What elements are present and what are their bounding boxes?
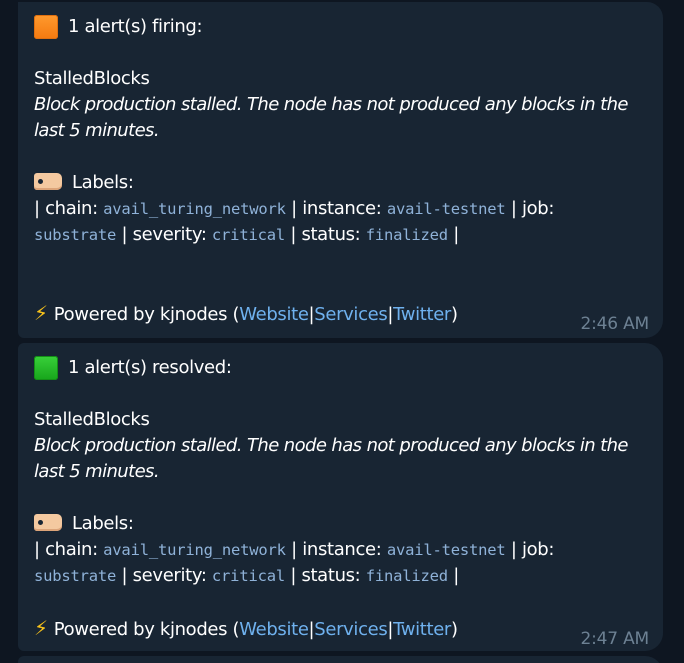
job-value[interactable]: substrate (34, 567, 116, 585)
status-label: | status: (284, 565, 366, 586)
website-link[interactable]: Website (239, 304, 309, 325)
instance-value[interactable]: avail-testnet (387, 200, 506, 218)
status-value[interactable]: finalized (366, 226, 448, 244)
lightning-icon: ⚡ (34, 301, 48, 325)
chain-label: | chain: (34, 198, 104, 219)
alert-name: StalledBlocks (34, 409, 150, 430)
severity-label: | severity: (116, 224, 212, 245)
powered-by-text: Powered by kjnodes ( (53, 304, 240, 325)
job-label: | job: (505, 198, 555, 219)
severity-value[interactable]: critical (212, 226, 285, 244)
chain-label: | chain: (34, 539, 104, 560)
twitter-link[interactable]: Twitter (393, 619, 451, 640)
alert-description-line2: last 5 minutes. (34, 461, 160, 482)
message-bubble-resolved: 1 alert(s) resolved: StalledBlocks Block… (18, 343, 663, 651)
message-footer: ⚡ Powered by kjnodes (Website|Services|Tw… (34, 615, 649, 649)
status-value[interactable]: finalized (366, 567, 448, 585)
labels-line1: | chain: avail_turing_network | instance… (34, 537, 647, 563)
instance-label: | instance: (285, 198, 387, 219)
message-bubble-next (18, 656, 663, 663)
end-separator: | (447, 224, 460, 245)
label-tag-icon (34, 173, 62, 190)
alert-description-line1: Block production stalled. The node has n… (34, 94, 629, 115)
alert-header: 1 alert(s) firing: (34, 14, 647, 40)
chat-view: 1 alert(s) firing: StalledBlocks Block p… (0, 0, 684, 663)
green-square-icon (34, 356, 58, 380)
labels-title: Labels: (34, 170, 647, 196)
label-tag-icon (34, 514, 62, 531)
close-paren: ) (450, 619, 458, 640)
message-footer: ⚡ Powered by kjnodes (Website|Services|Tw… (34, 300, 649, 334)
website-link[interactable]: Website (239, 619, 309, 640)
chain-value[interactable]: avail_turing_network (103, 200, 286, 218)
powered-by: ⚡ Powered by kjnodes (Website|Services|Tw… (34, 615, 458, 643)
lightning-icon: ⚡ (34, 616, 48, 640)
orange-square-icon (34, 15, 58, 39)
alert-name: StalledBlocks (34, 68, 150, 89)
alert-description-line1: Block production stalled. The node has n… (34, 435, 629, 456)
job-value[interactable]: substrate (34, 226, 116, 244)
labels-line2: substrate | severity: critical | status:… (34, 222, 647, 248)
chain-value[interactable]: avail_turing_network (103, 541, 286, 559)
labels-title: Labels: (34, 511, 647, 537)
alert-header-text: 1 alert(s) resolved: (68, 357, 232, 378)
services-link[interactable]: Services (314, 304, 387, 325)
end-separator: | (447, 565, 460, 586)
powered-by-text: Powered by kjnodes ( (53, 619, 240, 640)
labels-line2: substrate | severity: critical | status:… (34, 563, 647, 589)
severity-label: | severity: (116, 565, 212, 586)
message-bubble-firing: 1 alert(s) firing: StalledBlocks Block p… (18, 2, 663, 338)
twitter-link[interactable]: Twitter (393, 304, 451, 325)
message-timestamp: 2:46 AM (580, 314, 650, 334)
message-timestamp: 2:47 AM (580, 629, 650, 649)
status-label: | status: (284, 224, 366, 245)
services-link[interactable]: Services (314, 619, 387, 640)
alert-header: 1 alert(s) resolved: (34, 355, 647, 381)
severity-value[interactable]: critical (212, 567, 285, 585)
instance-label: | instance: (285, 539, 387, 560)
labels-line1: | chain: avail_turing_network | instance… (34, 196, 647, 222)
alert-description-line2: last 5 minutes. (34, 120, 160, 141)
labels-title-text: Labels: (72, 172, 134, 193)
powered-by: ⚡ Powered by kjnodes (Website|Services|Tw… (34, 300, 458, 328)
labels-title-text: Labels: (72, 513, 134, 534)
alert-header-text: 1 alert(s) firing: (68, 16, 203, 37)
instance-value[interactable]: avail-testnet (387, 541, 506, 559)
job-label: | job: (505, 539, 555, 560)
close-paren: ) (450, 304, 458, 325)
